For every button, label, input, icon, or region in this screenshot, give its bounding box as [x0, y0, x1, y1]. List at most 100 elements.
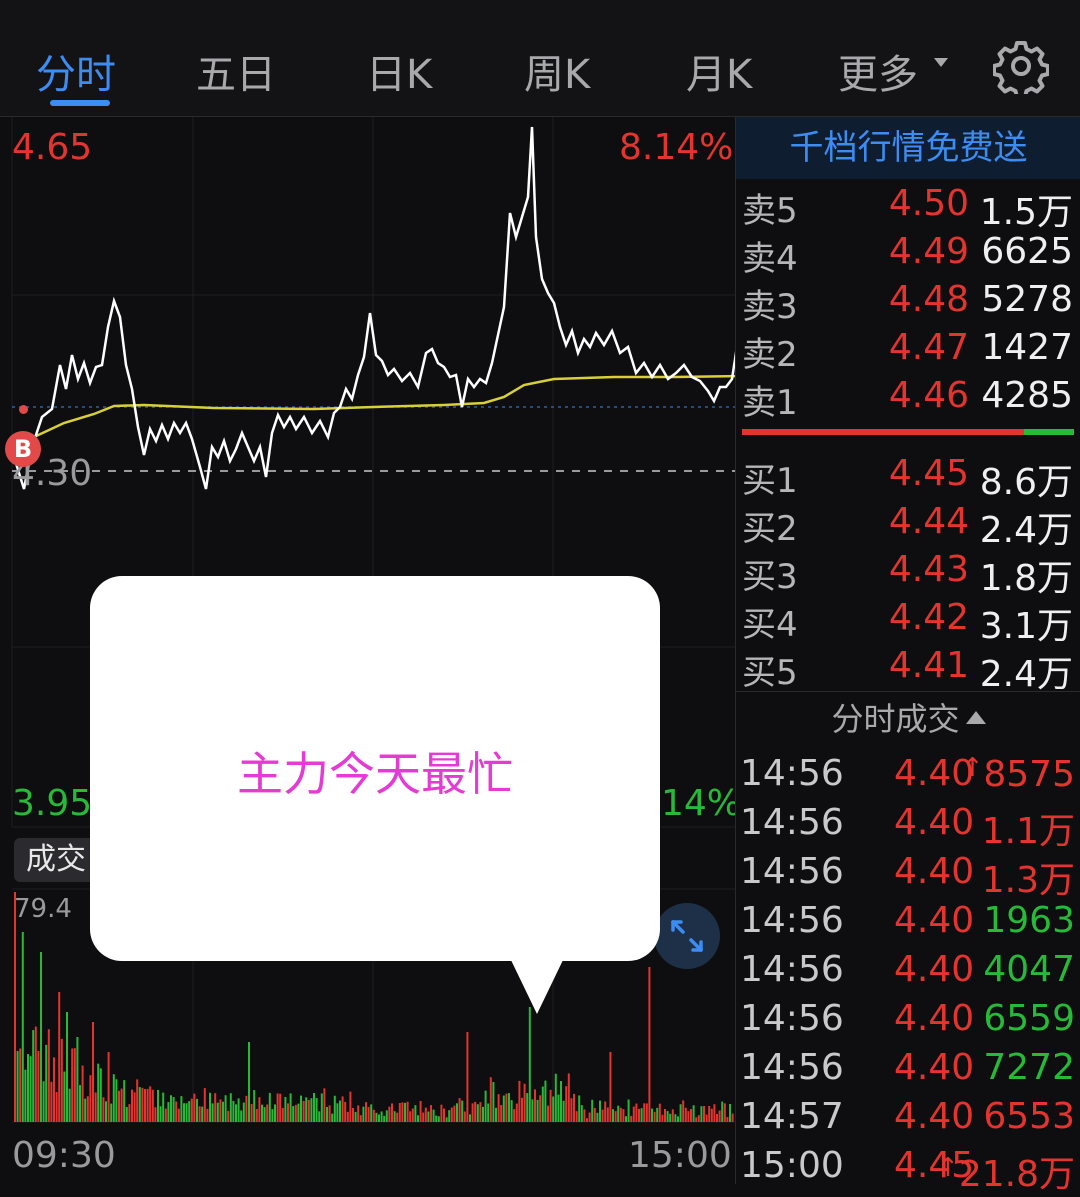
tab-five-day[interactable]: 五日: [196, 42, 276, 100]
volume-bar: [136, 1079, 139, 1122]
volume-bar: [346, 1111, 349, 1122]
tick-volume-value: 1963: [983, 900, 1075, 941]
volume-bar: [601, 1109, 604, 1122]
volume-bar: [557, 1094, 560, 1122]
volume-bar: [66, 1012, 68, 1122]
volume-bar: [154, 1107, 157, 1122]
volume-bar: [63, 1071, 66, 1122]
volume-bar: [385, 1110, 388, 1122]
volume-bar: [307, 1099, 310, 1122]
volume-bar: [609, 1052, 612, 1122]
volume-bar: [458, 1098, 461, 1122]
ask-row: 卖5 4.50 1.5万: [736, 183, 1080, 233]
volume-bar: [107, 1052, 110, 1122]
volume-bar: [219, 1099, 222, 1122]
buy-marker-badge[interactable]: B: [5, 431, 41, 467]
volume-bar: [352, 1107, 354, 1122]
volume-bar: [302, 1100, 305, 1122]
volume-bar: [242, 1102, 245, 1122]
promo-banner[interactable]: 千档行情免费送: [736, 117, 1080, 179]
volume-bar: [58, 992, 61, 1122]
bid-level-label: 买2: [742, 509, 798, 549]
volume-bar: [409, 1111, 412, 1122]
bid-volume: 2.4万: [979, 510, 1073, 551]
volume-bar: [240, 1110, 243, 1122]
tab-monthly-k[interactable]: 月K: [686, 42, 752, 100]
volume-bar: [53, 1057, 55, 1122]
volume-bar: [76, 1037, 79, 1122]
volume-bar: [292, 1106, 295, 1122]
tab-daily-k[interactable]: 日K: [366, 42, 432, 100]
tick-volume: 6553: [983, 1096, 1075, 1137]
ask-price: 4.47: [888, 327, 969, 368]
volume-bar: [274, 1104, 276, 1122]
volume-bar: [523, 1083, 526, 1122]
time-end-label: 15:00: [628, 1135, 732, 1176]
volume-bar: [193, 1093, 196, 1122]
caret-down-icon[interactable]: [934, 58, 948, 67]
bid-level-label: 买3: [742, 557, 798, 597]
volume-bar: [211, 1103, 214, 1122]
tick-time: 14:56: [740, 851, 844, 892]
volume-bar: [47, 1029, 50, 1122]
expand-icon[interactable]: [654, 903, 720, 969]
volume-bar: [575, 1111, 578, 1122]
volume-bar: [185, 1103, 188, 1122]
tick-arrow-icon: ↑: [961, 753, 984, 783]
volume-bar: [333, 1095, 336, 1122]
ask-price: 4.49: [888, 231, 969, 272]
tooltip-bubble[interactable]: 主力今天最忙: [90, 576, 660, 961]
tooltip-text: 主力今天最忙: [237, 747, 513, 801]
quote-side-panel: 千档行情免费送 卖5 4.50 1.5万 卖4 4.49 6625 卖3 4.4…: [735, 117, 1080, 1195]
volume-bar: [445, 1117, 448, 1122]
volume-bar: [328, 1105, 331, 1122]
bid-volume: 3.1万: [979, 606, 1073, 647]
volume-bar: [443, 1108, 445, 1122]
volume-bar: [617, 1105, 620, 1122]
volume-bar: [656, 1107, 659, 1122]
tab-intraday[interactable]: 分时: [36, 42, 116, 100]
volume-bar: [294, 1104, 297, 1122]
volume-bar: [253, 1090, 256, 1122]
volume-bar: [513, 1109, 516, 1122]
ask-row: 卖1 4.46 4285: [736, 375, 1080, 423]
volume-indicator-tab[interactable]: 成交: [14, 838, 98, 882]
volume-bar: [604, 1101, 607, 1122]
volume-bar: [567, 1073, 570, 1122]
tick-row: 15:00 4.45 ↑21.8万: [736, 1145, 1080, 1195]
volume-bar: [68, 1088, 71, 1122]
volume-bar: [536, 1099, 539, 1122]
volume-bar: [573, 1093, 575, 1122]
tick-volume: 6559: [983, 998, 1075, 1039]
volume-bar: [118, 1090, 120, 1122]
volume-bar: [32, 1030, 35, 1122]
tick-price: 4.40: [894, 949, 975, 990]
ticks-header[interactable]: 分时成交: [736, 691, 1080, 742]
volume-bar: [125, 1107, 128, 1122]
volume-bar: [700, 1106, 703, 1122]
volume-bar: [531, 1099, 534, 1122]
volume-bar: [323, 1088, 326, 1122]
volume-bar: [398, 1102, 401, 1122]
volume-bar: [606, 1107, 609, 1122]
volume-bar: [593, 1107, 596, 1122]
volume-bar: [479, 1102, 482, 1122]
volume-bar: [630, 1115, 633, 1122]
volume-bar: [37, 1050, 40, 1122]
volume-bar: [495, 1107, 497, 1122]
volume-bar: [708, 1105, 711, 1122]
volume-bar: [71, 1048, 74, 1122]
volume-bar: [268, 1092, 271, 1122]
bid-level-label: 买4: [742, 605, 798, 645]
volume-bar: [84, 1098, 87, 1122]
tick-price: 4.40: [894, 1096, 975, 1137]
tick-volume: 1.3万: [982, 851, 1075, 903]
volume-bar: [638, 1108, 640, 1122]
volume-bar: [508, 1093, 510, 1122]
gear-icon[interactable]: [993, 38, 1049, 94]
volume-bar: [539, 1095, 542, 1122]
volume-bar: [237, 1098, 240, 1122]
tab-more[interactable]: 更多: [838, 42, 918, 100]
tab-weekly-k[interactable]: 周K: [524, 42, 590, 100]
volume-bar: [263, 1107, 266, 1122]
